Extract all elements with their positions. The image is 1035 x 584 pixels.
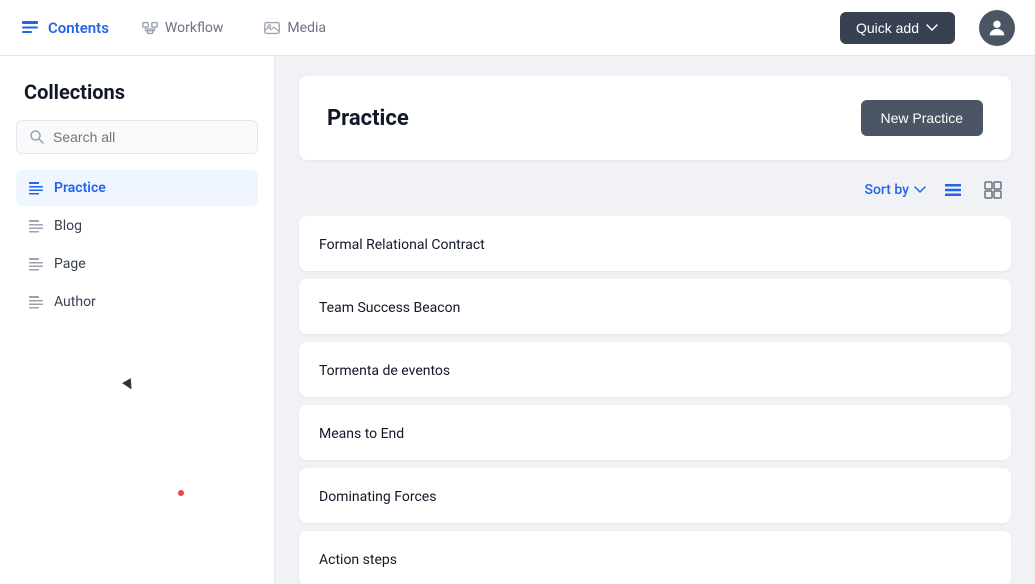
sidebar: Collections Practice [0,56,275,584]
practice-item-title-2: Tormenta de eventos [319,363,450,379]
quick-add-label: Quick add [856,20,919,36]
sort-by-button[interactable]: Sort by [864,182,927,198]
list-view-button[interactable] [939,176,967,204]
practice-item-title-0: Formal Relational Contract [319,237,485,253]
user-icon [986,17,1008,39]
list-toolbar: Sort by [299,176,1011,204]
collection-header-card: Practice New Practice [299,76,1011,160]
sidebar-item-blog-label: Blog [54,218,82,234]
sort-chevron-icon [913,183,927,197]
search-box[interactable] [16,120,258,154]
new-practice-button[interactable]: New Practice [861,100,983,136]
sidebar-item-blog[interactable]: Blog [16,208,258,244]
search-input[interactable] [53,129,245,145]
media-icon [263,19,281,37]
practice-icon [28,180,44,196]
main-layout: Collections Practice [0,56,1035,584]
media-label: Media [287,20,326,36]
user-avatar[interactable] [979,10,1015,46]
quick-add-button[interactable]: Quick add [840,12,955,44]
practice-list: Formal Relational Contract Team Success … [299,216,1011,584]
practice-item-title-3: Means to End [319,426,404,442]
chevron-down-icon [925,21,939,35]
sidebar-item-author[interactable]: Author [16,284,258,320]
nav-workflow[interactable]: Workflow [133,15,232,41]
search-icon [29,129,45,145]
page-icon [28,256,44,272]
practice-item-title-5: Action steps [319,552,397,568]
notification-dot [178,490,184,496]
top-nav: Contents Workflow Media Quick add [0,0,1035,56]
author-icon [28,294,44,310]
workflow-icon [141,19,159,37]
contents-icon [20,18,40,38]
practice-item-3[interactable]: Means to End [299,405,1011,460]
sidebar-item-author-label: Author [54,294,96,310]
practice-item-title-4: Dominating Forces [319,489,436,505]
sidebar-item-practice[interactable]: Practice [16,170,258,206]
sort-by-label: Sort by [864,182,909,198]
list-view-icon [943,180,963,200]
content-area: Practice New Practice Sort by [275,56,1035,584]
blog-icon [28,218,44,234]
grid-view-icon [983,180,1003,200]
workflow-label: Workflow [165,20,224,36]
practice-item-0[interactable]: Formal Relational Contract [299,216,1011,271]
grid-view-button[interactable] [979,176,1007,204]
nav-contents[interactable]: Contents [20,18,109,38]
practice-item-4[interactable]: Dominating Forces [299,468,1011,523]
nav-media[interactable]: Media [255,15,334,41]
sidebar-item-page-label: Page [54,256,86,272]
practice-item-title-1: Team Success Beacon [319,300,460,316]
practice-item-5[interactable]: Action steps [299,531,1011,584]
practice-item-2[interactable]: Tormenta de eventos [299,342,1011,397]
sidebar-item-practice-label: Practice [54,180,106,196]
sidebar-item-page[interactable]: Page [16,246,258,282]
practice-item-1[interactable]: Team Success Beacon [299,279,1011,334]
sidebar-title: Collections [16,80,258,104]
contents-label: Contents [48,19,109,37]
collection-title: Practice [327,106,409,131]
